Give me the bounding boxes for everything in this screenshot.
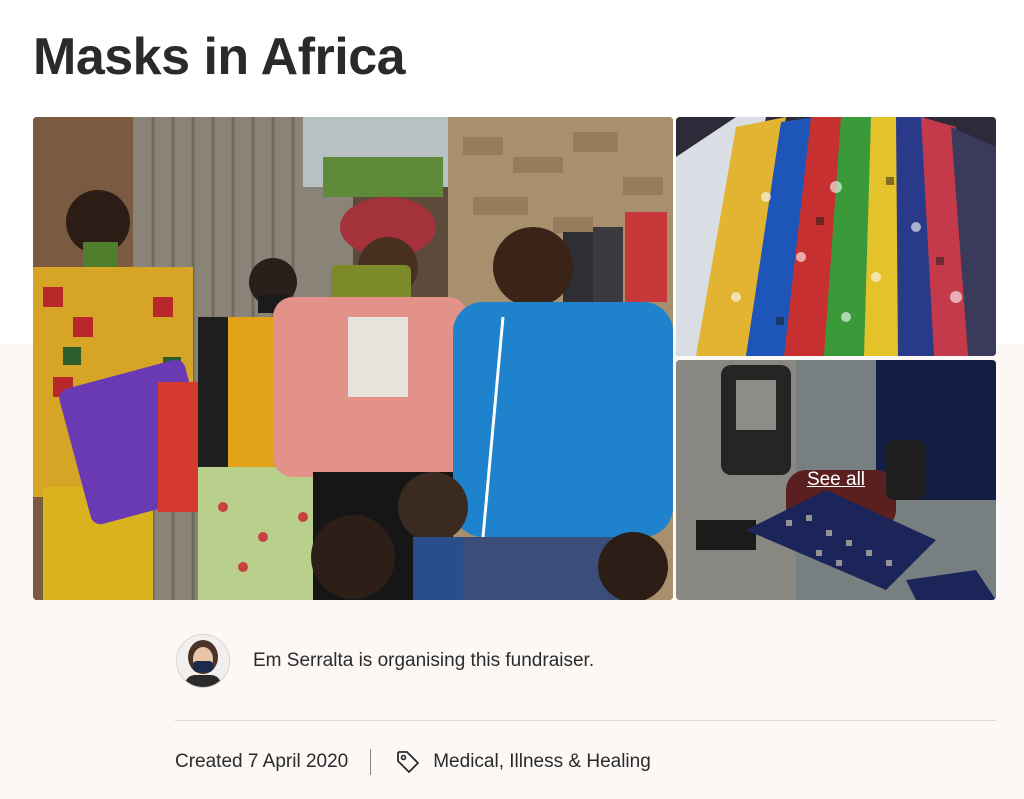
see-all-link[interactable]: See all xyxy=(807,469,865,491)
created-date: Created 7 April 2020 xyxy=(175,751,349,772)
see-all-overlay: See all xyxy=(676,360,996,600)
gallery-thumbnail-fabrics[interactable] xyxy=(676,117,996,356)
main-photo-image xyxy=(33,117,673,600)
photo-gallery: See all xyxy=(33,117,996,600)
organiser-row: Em Serralta is organising this fundraise… xyxy=(176,634,996,688)
fundraiser-meta: Created 7 April 2020 Medical, Illness & … xyxy=(175,745,651,779)
page-title: Masks in Africa xyxy=(33,28,406,86)
avatar-image xyxy=(177,635,229,687)
gallery-thumbnail-see-all[interactable]: See all xyxy=(676,360,996,600)
organiser-text: Em Serralta is organising this fundraise… xyxy=(253,650,595,671)
fabric-photo-image xyxy=(676,117,996,356)
tag-icon xyxy=(395,749,421,775)
meta-separator xyxy=(370,749,372,775)
main-photo[interactable] xyxy=(33,117,673,600)
category-link[interactable]: Medical, Illness & Healing xyxy=(433,751,651,773)
divider xyxy=(175,720,996,721)
organiser-avatar[interactable] xyxy=(176,634,230,688)
